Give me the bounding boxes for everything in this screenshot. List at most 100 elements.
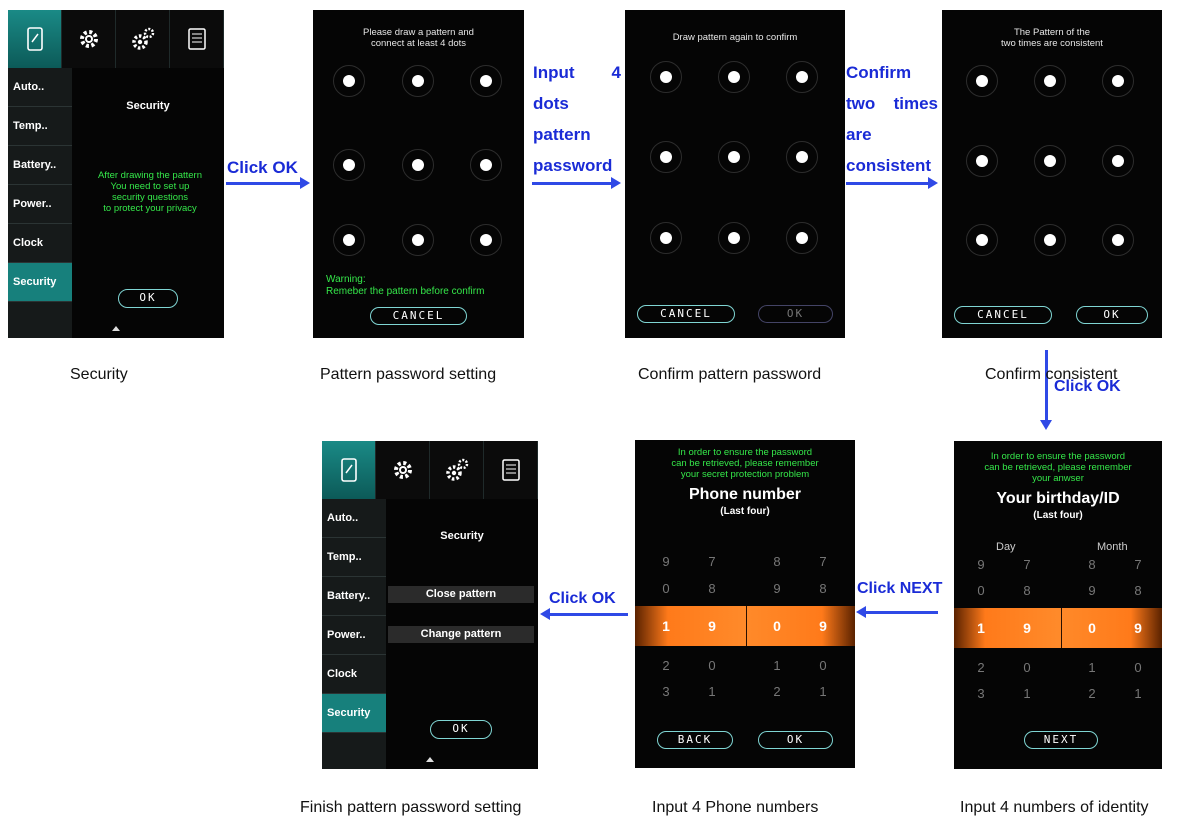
pattern-dot[interactable] (718, 141, 750, 173)
security-finished-screen: Auto.. Temp.. Battery.. Power.. Clock Se… (322, 441, 538, 769)
panel-title: Security (126, 100, 170, 112)
sidebar-item-battery[interactable]: Battery.. (8, 146, 72, 185)
wheel-number: 1 (819, 684, 827, 699)
tab-device[interactable] (8, 10, 62, 68)
pattern-dot[interactable] (966, 224, 998, 256)
question-title: Your birthday/ID (996, 490, 1120, 507)
pattern-dot[interactable] (650, 222, 682, 254)
wheel-number: 1 (1088, 660, 1096, 675)
pattern-dot[interactable] (1102, 145, 1134, 177)
pattern-dot[interactable] (1102, 65, 1134, 97)
sidebar-item-security[interactable]: Security (322, 694, 386, 733)
wheel-number: 7 (1134, 557, 1142, 572)
wheel-number: 0 (977, 583, 985, 598)
sidebar-item-clock[interactable]: Clock (322, 655, 386, 694)
flow-arrow-left-2 (540, 608, 628, 620)
pattern-dot[interactable] (1034, 145, 1066, 177)
tab-advanced[interactable] (430, 441, 484, 499)
wheel-number: 0 (819, 658, 827, 673)
pattern-dot[interactable] (786, 222, 818, 254)
pattern-dot[interactable] (966, 145, 998, 177)
pattern-dot[interactable] (333, 149, 365, 181)
pattern-dot[interactable] (966, 65, 998, 97)
settings-sidebar: Auto.. Temp.. Battery.. Power.. Clock Se… (322, 499, 386, 769)
sidebar-item-temp[interactable]: Temp.. (322, 538, 386, 577)
sidebar-item-power[interactable]: Power.. (322, 616, 386, 655)
pattern-dot[interactable] (470, 224, 502, 256)
cancel-button[interactable]: CANCEL (954, 306, 1052, 324)
wheel-number: 8 (1088, 557, 1096, 572)
flow-arrow-left-1 (856, 606, 938, 618)
ok-button[interactable]: OK (758, 305, 833, 323)
pattern-dot[interactable] (786, 61, 818, 93)
retrieve-instruction: In order to ensure the password can be r… (984, 451, 1132, 484)
phone-number-screen: In order to ensure the password can be r… (635, 440, 855, 768)
sidebar-item-security[interactable]: Security (8, 263, 72, 302)
next-button[interactable]: NEXT (1024, 731, 1098, 749)
back-button[interactable]: BACK (657, 731, 733, 749)
wheel-number: 0 (1023, 660, 1031, 675)
sidebar-item-clock[interactable]: Clock (8, 224, 72, 263)
cancel-button[interactable]: CANCEL (370, 307, 467, 325)
wheel-number: 7 (708, 554, 716, 569)
pattern-dot[interactable] (1034, 65, 1066, 97)
pattern-dot[interactable] (718, 222, 750, 254)
pattern-dot[interactable] (333, 65, 365, 97)
cancel-button[interactable]: CANCEL (637, 305, 735, 323)
ok-button[interactable]: OK (1076, 306, 1148, 324)
wheel-number: 7 (819, 554, 827, 569)
wheel-number: 8 (708, 581, 716, 596)
pattern-dot[interactable] (402, 224, 434, 256)
tab-log[interactable] (170, 10, 224, 68)
panel-title: Security (440, 530, 484, 542)
wheel-number: 9 (773, 581, 781, 596)
caption-confirm-pattern: Confirm pattern password (638, 366, 822, 383)
pattern-dot[interactable] (718, 61, 750, 93)
wheel-number: 8 (1134, 583, 1142, 598)
pattern-dot[interactable] (402, 65, 434, 97)
flow-label-click-next: Click NEXT (857, 580, 943, 597)
sidebar-item-auto[interactable]: Auto.. (322, 499, 386, 538)
flow-label-click-ok-3: Click OK (549, 590, 616, 607)
caption-finish: Finish pattern password setting (300, 799, 522, 816)
question-subtitle: (Last four) (1033, 510, 1083, 521)
change-pattern-button[interactable]: Change pattern (388, 626, 534, 643)
flow-label-input-dots: Input 4 dots pattern password (533, 63, 621, 175)
tab-log[interactable] (484, 441, 538, 499)
ok-button[interactable]: OK (758, 731, 833, 749)
sidebar-item-temp[interactable]: Temp.. (8, 107, 72, 146)
sidebar-item-power[interactable]: Power.. (8, 185, 72, 224)
caption-confirm-consistent: Confirm consistent (985, 366, 1118, 383)
phone-icon (26, 27, 43, 51)
pattern-dot[interactable] (470, 65, 502, 97)
tab-advanced[interactable] (116, 10, 170, 68)
tab-settings[interactable] (376, 441, 430, 499)
wheel-number: 1 (1134, 686, 1142, 701)
pattern-dot[interactable] (470, 149, 502, 181)
pattern-dot[interactable] (650, 61, 682, 93)
sidebar-item-battery[interactable]: Battery.. (322, 577, 386, 616)
tab-device[interactable] (322, 441, 376, 499)
wheel-number: 8 (773, 554, 781, 569)
caption-identity: Input 4 numbers of identity (960, 799, 1149, 816)
sidebar-item-auto[interactable]: Auto.. (8, 68, 72, 107)
tab-settings[interactable] (62, 10, 116, 68)
pattern-dot[interactable] (650, 141, 682, 173)
selected-digit: 1 (977, 620, 985, 636)
pattern-dot[interactable] (402, 149, 434, 181)
ok-button[interactable]: OK (430, 720, 492, 739)
pattern-dot[interactable] (786, 141, 818, 173)
close-pattern-button[interactable]: Close pattern (388, 586, 534, 603)
flow-arrow-1 (226, 177, 310, 189)
pattern-dot[interactable] (1102, 224, 1134, 256)
ok-button[interactable]: OK (118, 289, 178, 308)
wheel-number: 9 (977, 557, 985, 572)
wheel-number: 1 (708, 684, 716, 699)
band-divider (1061, 608, 1062, 648)
column-label-month: Month (1097, 541, 1128, 553)
flow-arrow-2 (532, 177, 621, 189)
pattern-instruction: Please draw a pattern and connect at lea… (363, 27, 474, 49)
pattern-dot[interactable] (1034, 224, 1066, 256)
pattern-dot[interactable] (333, 224, 365, 256)
settings-tab-bar (8, 10, 224, 68)
